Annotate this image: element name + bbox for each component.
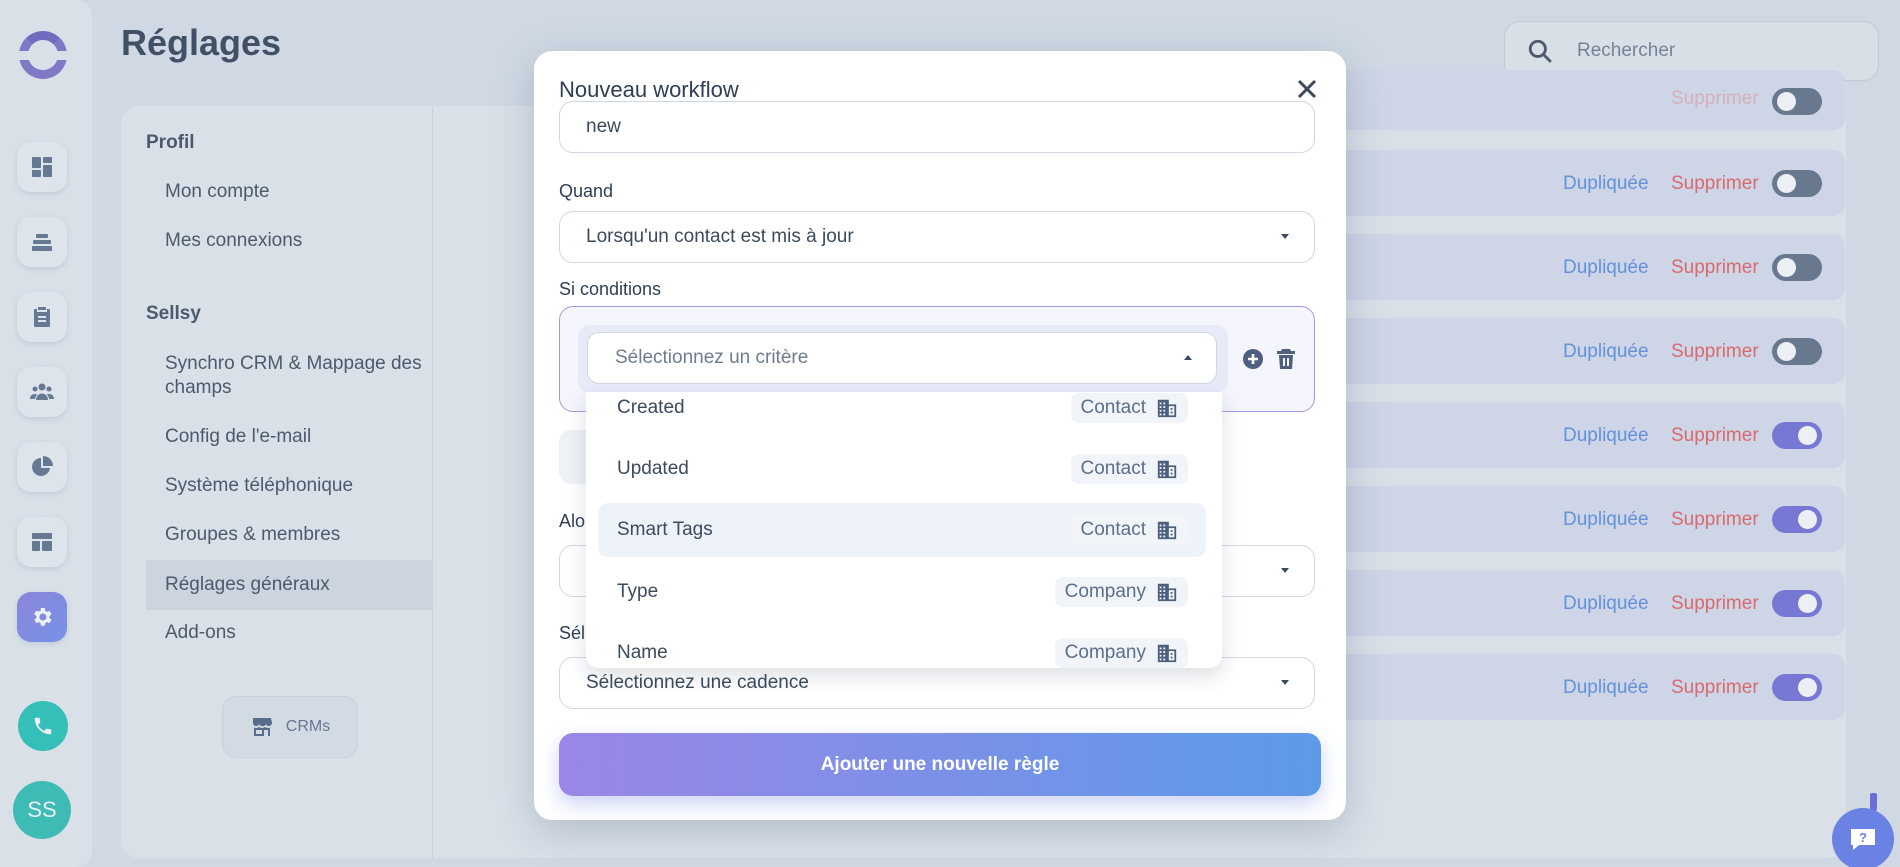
chevron-down-icon [1281, 680, 1289, 685]
svg-text:?: ? [1859, 830, 1867, 845]
criteria-select[interactable]: Sélectionnez un critère [587, 332, 1217, 384]
option-tag-label: Company [1064, 642, 1146, 663]
condition-row: Sélectionnez un critère [578, 325, 1228, 393]
option-tag: Contact [1070, 515, 1188, 545]
dropdown-option[interactable]: Type Company [598, 565, 1206, 619]
building-icon [1157, 644, 1177, 663]
when-select[interactable]: Lorsqu'un contact est mis à jour [559, 211, 1315, 263]
building-icon [1157, 460, 1177, 479]
workflow-name-field[interactable]: new [559, 101, 1315, 153]
modal-title: Nouveau workflow [559, 77, 739, 102]
chevron-down-icon [1281, 234, 1289, 239]
option-tag-label: Company [1064, 581, 1146, 602]
option-tag-label: Contact [1080, 397, 1146, 418]
option-label: Name [617, 642, 668, 663]
help-button[interactable]: ? [1832, 808, 1894, 867]
dropdown-option[interactable]: Smart Tags Contact [598, 503, 1206, 557]
trash-icon[interactable] [1274, 347, 1298, 371]
option-tag: Contact [1070, 454, 1188, 484]
dropdown-option[interactable]: Name Company [598, 626, 1206, 668]
option-tag: Company [1054, 638, 1188, 668]
option-label: Type [617, 581, 659, 602]
close-button[interactable] [1294, 76, 1320, 102]
dropdown-option[interactable]: Created Contact [598, 392, 1206, 435]
option-label: Updated [617, 458, 689, 479]
cadence-value: Sélectionnez une cadence [586, 672, 809, 693]
criteria-placeholder: Sélectionnez un critère [615, 347, 809, 368]
criteria-dropdown: Created Contact Updated Contact Smart Ta… [586, 392, 1222, 668]
close-icon [1297, 79, 1317, 99]
new-workflow-modal: Nouveau workflow new Quand Lorsqu'un con… [534, 51, 1346, 820]
option-label: Created [617, 397, 685, 418]
building-icon [1157, 521, 1177, 540]
chevron-up-icon [1184, 355, 1192, 360]
option-tag: Contact [1070, 393, 1188, 423]
when-label: Quand [559, 181, 614, 201]
help-chat-icon: ? [1851, 829, 1875, 850]
option-tag-label: Contact [1080, 458, 1146, 479]
add-condition-icon[interactable] [1241, 347, 1265, 371]
when-value: Lorsqu'un contact est mis à jour [586, 226, 854, 247]
option-tag-label: Contact [1080, 519, 1146, 540]
option-tag: Company [1054, 577, 1188, 607]
then-label: Alo [559, 511, 586, 531]
building-icon [1157, 583, 1177, 602]
workflow-name-value: new [586, 116, 621, 137]
chevron-down-icon [1281, 568, 1289, 573]
option-label: Smart Tags [617, 519, 713, 540]
cadence-label: Sél [559, 623, 586, 643]
dropdown-option[interactable]: Updated Contact [598, 442, 1206, 496]
building-icon [1157, 399, 1177, 418]
add-rule-button[interactable]: Ajouter une nouvelle règle [559, 733, 1321, 796]
conditions-label: Si conditions [559, 279, 662, 299]
